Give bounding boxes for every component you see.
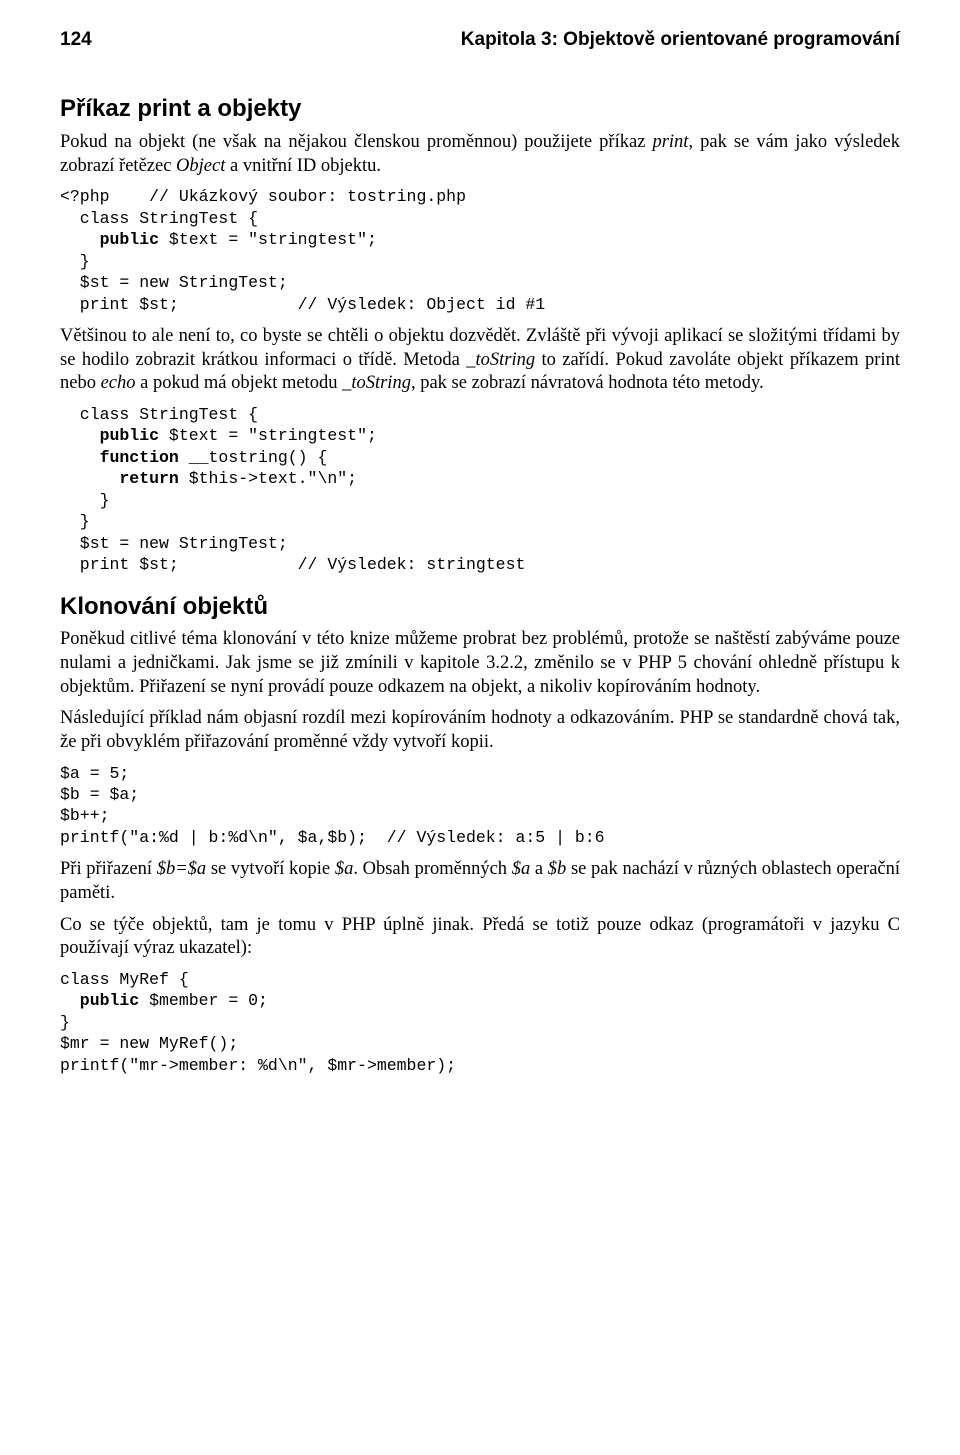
text: . Obsah proměnných (353, 859, 511, 879)
code-block: class MyRef { public $member = 0; } $mr … (60, 969, 900, 1076)
code-line: $this->text."\n"; (179, 469, 357, 488)
code-block: <?php // Ukázkový soubor: tostring.php c… (60, 186, 900, 315)
code-line: } (60, 491, 110, 510)
code-line: } (60, 1013, 70, 1032)
code-line: $b++; (60, 806, 110, 825)
paragraph: Při přiřazení $b=$a se vytvoří kopie $a.… (60, 858, 900, 905)
code-line: } (60, 512, 90, 531)
code-keyword: function (60, 448, 179, 467)
chapter-title: Kapitola 3: Objektově orientované progra… (461, 28, 900, 52)
code-block: class StringTest { public $text = "strin… (60, 404, 900, 576)
code-line: $st = new StringTest; (60, 273, 288, 292)
text-italic: _toString (342, 373, 411, 393)
text: se vytvoří kopie (206, 859, 335, 879)
code-line: } (60, 252, 90, 271)
code-line: $text = "stringtest"; (159, 426, 377, 445)
text: a (530, 859, 548, 879)
section-title-print: Příkaz print a objekty (60, 94, 900, 125)
code-line: $b = $a; (60, 785, 139, 804)
text-italic: echo (101, 373, 136, 393)
text: a pokud má objekt metodu (136, 373, 343, 393)
text-italic: $b (548, 859, 567, 879)
code-line: __tostring() { (179, 448, 328, 467)
code-keyword: public (60, 230, 159, 249)
code-line: printf("a:%d | b:%d\n", $a,$b); // Výsle… (60, 828, 605, 847)
code-keyword: return (60, 469, 179, 488)
code-line: print $st; // Výsledek: Object id #1 (60, 295, 545, 314)
paragraph: Pokud na objekt (ne však na nějakou člen… (60, 131, 900, 178)
text-italic: $a (512, 859, 531, 879)
code-keyword: public (60, 426, 159, 445)
text-italic: _toString (466, 350, 535, 370)
paragraph: Následující příklad nám objasní rozdíl m… (60, 707, 900, 754)
code-line: printf("mr->member: %d\n", $mr->member); (60, 1056, 456, 1075)
code-line: $text = "stringtest"; (159, 230, 377, 249)
code-line: class MyRef { (60, 970, 189, 989)
text-italic: $b=$a (157, 859, 206, 879)
section-title-clone: Klonování objektů (60, 592, 900, 623)
code-keyword: public (60, 991, 139, 1010)
text-italic: $a (335, 859, 354, 879)
text-italic: Object (176, 156, 225, 176)
page: 124 Kapitola 3: Objektově orientované pr… (0, 0, 960, 1455)
text: , pak se zobrazí návratová hodnota této … (411, 373, 764, 393)
code-line: $a = 5; (60, 764, 129, 783)
paragraph: Poněkud citlivé téma klonování v této kn… (60, 628, 900, 699)
paragraph: Co se týče objektů, tam je tomu v PHP úp… (60, 914, 900, 961)
code-line: $st = new StringTest; (60, 534, 288, 553)
text-italic: print (652, 132, 688, 152)
code-line: print $st; // Výsledek: stringtest (60, 555, 525, 574)
code-block: $a = 5; $b = $a; $b++; printf("a:%d | b:… (60, 763, 900, 849)
code-line: <?php // Ukázkový soubor: tostring.php (60, 187, 466, 206)
code-line: class StringTest { (60, 405, 258, 424)
code-line: class StringTest { (60, 209, 258, 228)
page-header: 124 Kapitola 3: Objektově orientované pr… (60, 28, 900, 52)
text: Pokud na objekt (ne však na nějakou člen… (60, 132, 652, 152)
page-number: 124 (60, 28, 92, 52)
text: Při přiřazení (60, 859, 157, 879)
code-line: $member = 0; (139, 991, 268, 1010)
text: a vnitřní ID objektu. (225, 156, 381, 176)
paragraph: Většinou to ale není to, co byste se cht… (60, 325, 900, 396)
code-line: $mr = new MyRef(); (60, 1034, 238, 1053)
